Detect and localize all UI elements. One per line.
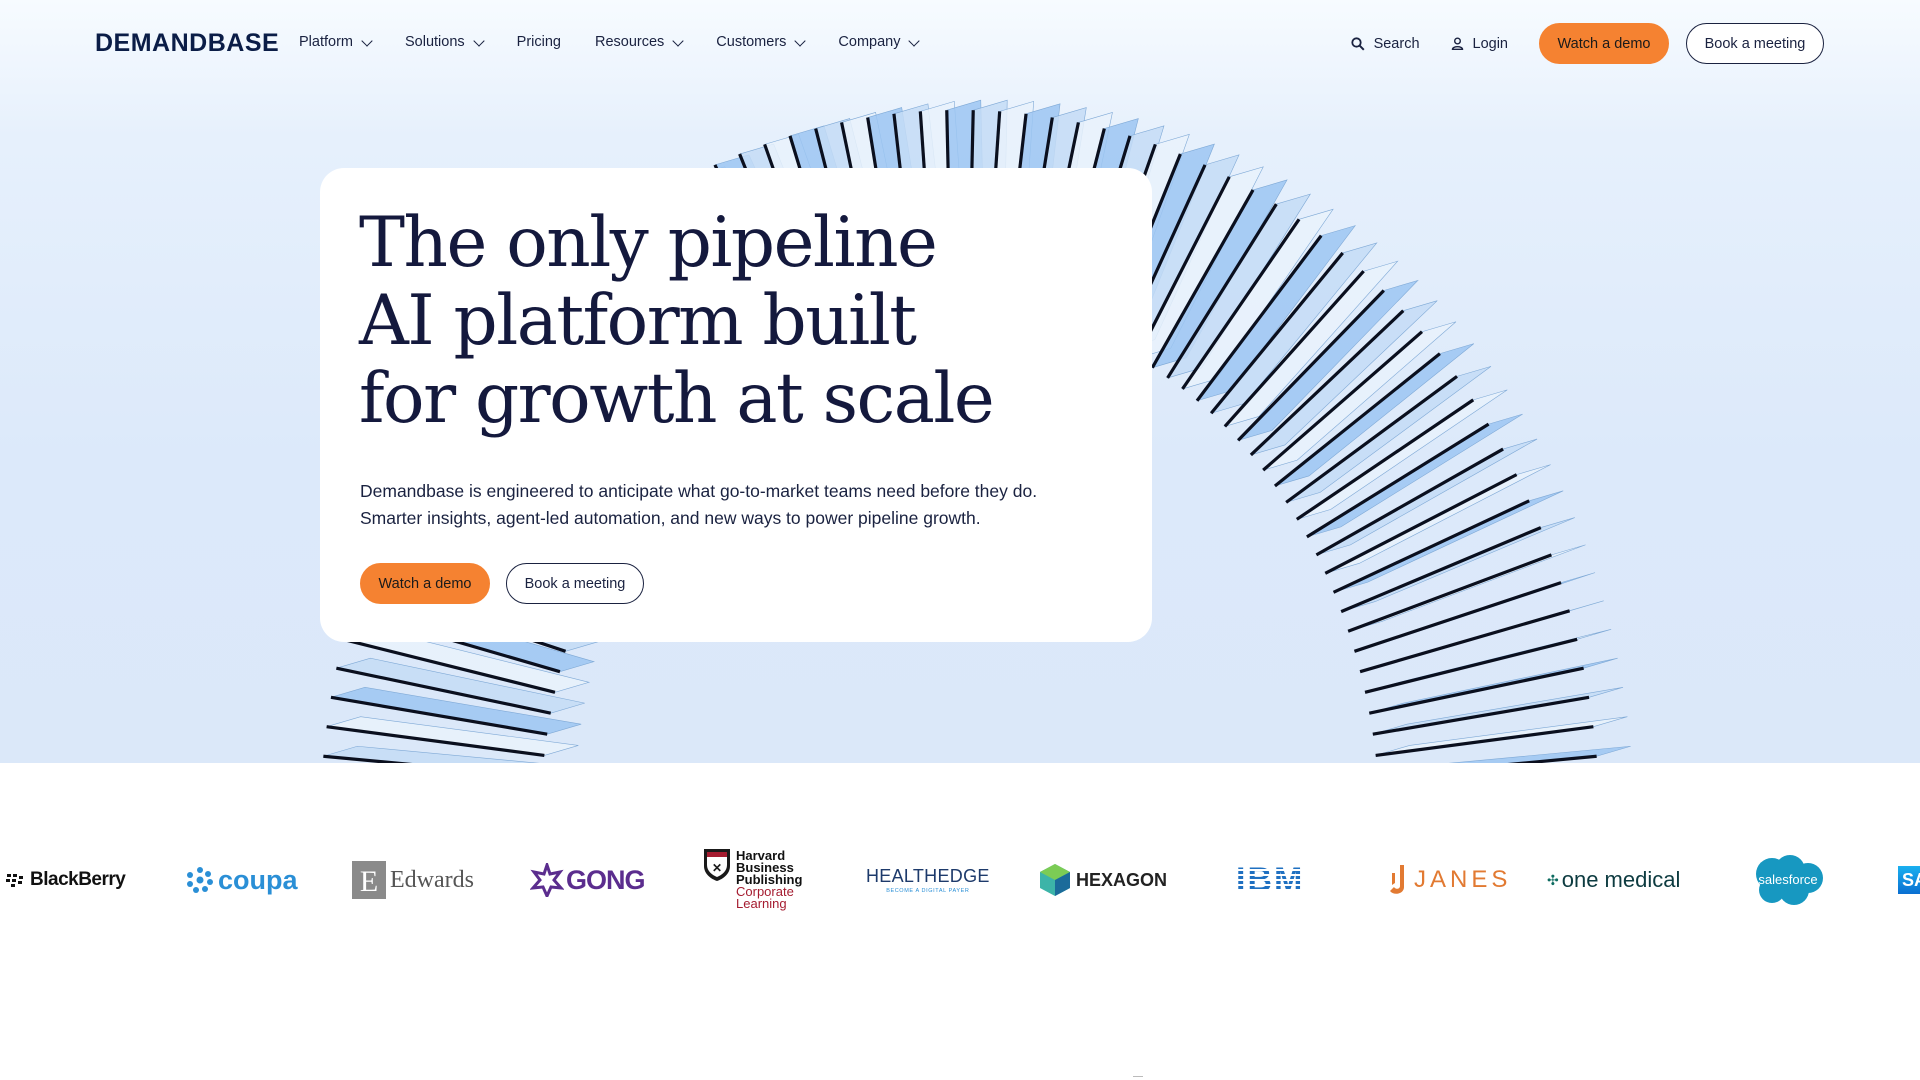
salesforce-logo: salesforce	[1748, 840, 1828, 920]
chevron-down-icon	[361, 34, 373, 47]
harvard-shield-icon: ✕	[704, 849, 730, 881]
search-link[interactable]: Search	[1350, 35, 1420, 52]
menu-item-solutions[interactable]: Solutions	[405, 34, 485, 50]
hero-subtitle-line: Smarter insights, agent-led automation, …	[360, 508, 981, 528]
menu-item-label: Company	[838, 34, 901, 50]
blackberry-icon	[6, 874, 23, 887]
chevron-down-icon	[472, 34, 485, 47]
janes-logo: JANES	[1386, 840, 1511, 920]
hexagon-logo: HEXAGON	[1039, 840, 1167, 920]
salesforce-cloud-icon: salesforce	[1756, 855, 1823, 905]
menu-item-label: Platform	[299, 34, 353, 50]
top-navigation: DEMANDBASE Platform Solutions Pricing Re…	[0, 0, 1920, 88]
chevron-down-icon	[794, 34, 807, 47]
svg-text:✕: ✕	[712, 861, 722, 875]
healthedge-tagline: BECOME A DIGITAL PAYER	[886, 888, 970, 894]
one-medical-logo-text: one medical	[1561, 867, 1681, 892]
chevron-down-icon	[908, 34, 921, 47]
nav-actions: Search Login Watch a demo Book a meeting	[1350, 23, 1824, 64]
blackberry-logo-text: BlackBerry	[30, 869, 126, 890]
edwards-logo-text: Edwards	[390, 866, 474, 893]
gong-logo: GONG	[530, 840, 646, 920]
gong-icon	[530, 863, 564, 897]
hero-subtitle: Demandbase is engineered to anticipate w…	[360, 478, 1120, 532]
hero-headline: The only pipeline AI platform built for …	[359, 204, 1059, 438]
hbp-text-line: Learning	[736, 896, 787, 911]
chevron-down-icon	[672, 34, 684, 47]
edwards-icon: E	[352, 861, 386, 899]
hero-headline-line: The only pipeline	[359, 203, 938, 283]
arch-fin	[1375, 716, 1628, 757]
coupa-logo-text: coupa	[218, 864, 298, 895]
edwards-logo: E Edwards	[352, 840, 474, 920]
menu-item-label: Pricing	[516, 34, 561, 50]
user-icon	[1451, 37, 1463, 50]
sap-logo-text: SA	[1902, 869, 1920, 890]
login-label: Login	[1472, 35, 1508, 52]
salesforce-logo-text: salesforce	[1758, 872, 1817, 887]
nav-watch-demo-button[interactable]: Watch a demo	[1539, 23, 1669, 64]
sap-logo: SA	[1898, 840, 1920, 920]
menu-item-company[interactable]: Company	[838, 34, 921, 50]
main-menu: Platform Solutions Pricing Resources Cus…	[299, 34, 952, 50]
nav-book-meeting-button[interactable]: Book a meeting	[1686, 23, 1824, 64]
menu-item-label: Solutions	[405, 34, 465, 50]
customer-logo-strip: BlackBerry coupa E Edwards GONG ✕ Harvar…	[0, 840, 1920, 920]
ibm-logo-text: IBM	[1236, 860, 1305, 899]
hero-cta-group: Watch a demo Book a meeting	[360, 563, 644, 604]
menu-item-customers[interactable]: Customers	[716, 34, 807, 50]
section-divider-mark	[1133, 1076, 1143, 1079]
menu-item-resources[interactable]: Resources	[594, 34, 684, 50]
hero-book-meeting-button[interactable]: Book a meeting	[506, 563, 644, 604]
menu-item-platform[interactable]: Platform	[299, 34, 373, 50]
healthedge-logo: HEALTHEDGE BECOME A DIGITAL PAYER	[866, 840, 990, 920]
hero-headline-line: for growth at scale	[359, 359, 995, 439]
search-icon	[1350, 36, 1365, 51]
hero-card: The only pipeline AI platform built for …	[320, 168, 1152, 642]
ibm-logo: IBM	[1236, 840, 1304, 920]
healthedge-logo-text: HEALTHEDGE	[866, 866, 990, 886]
hero-headline-line: AI platform built	[359, 281, 917, 361]
janes-logo-text: JANES	[1414, 866, 1512, 893]
hero-subtitle-line: Demandbase is engineered to anticipate w…	[360, 481, 1038, 501]
hero-watch-demo-button[interactable]: Watch a demo	[360, 563, 490, 604]
hexagon-icon	[1040, 864, 1070, 896]
arch-fin	[1368, 657, 1618, 715]
blackberry-logo: BlackBerry	[6, 840, 126, 920]
svg-text:E: E	[360, 865, 378, 898]
menu-item-label: Resources	[594, 34, 665, 50]
janes-icon	[1390, 865, 1404, 894]
menu-item-label: Customers	[716, 34, 787, 50]
arch-fin	[1340, 517, 1575, 614]
coupa-icon	[187, 867, 213, 893]
menu-item-pricing[interactable]: Pricing	[517, 34, 561, 50]
one-medical-icon: ✣	[1547, 871, 1559, 888]
search-label: Search	[1373, 35, 1420, 52]
one-medical-logo: ✣ one medical	[1547, 840, 1680, 920]
coupa-logo: coupa	[184, 840, 298, 920]
login-link[interactable]: Login	[1451, 36, 1508, 52]
harvard-business-publishing-logo: ✕ Harvard Business Publishing Corporate …	[703, 840, 802, 920]
hexagon-logo-text: HEXAGON	[1076, 869, 1168, 890]
brand-logo[interactable]: DEMANDBASE	[95, 29, 279, 58]
gong-logo-text: GONG	[566, 864, 646, 895]
